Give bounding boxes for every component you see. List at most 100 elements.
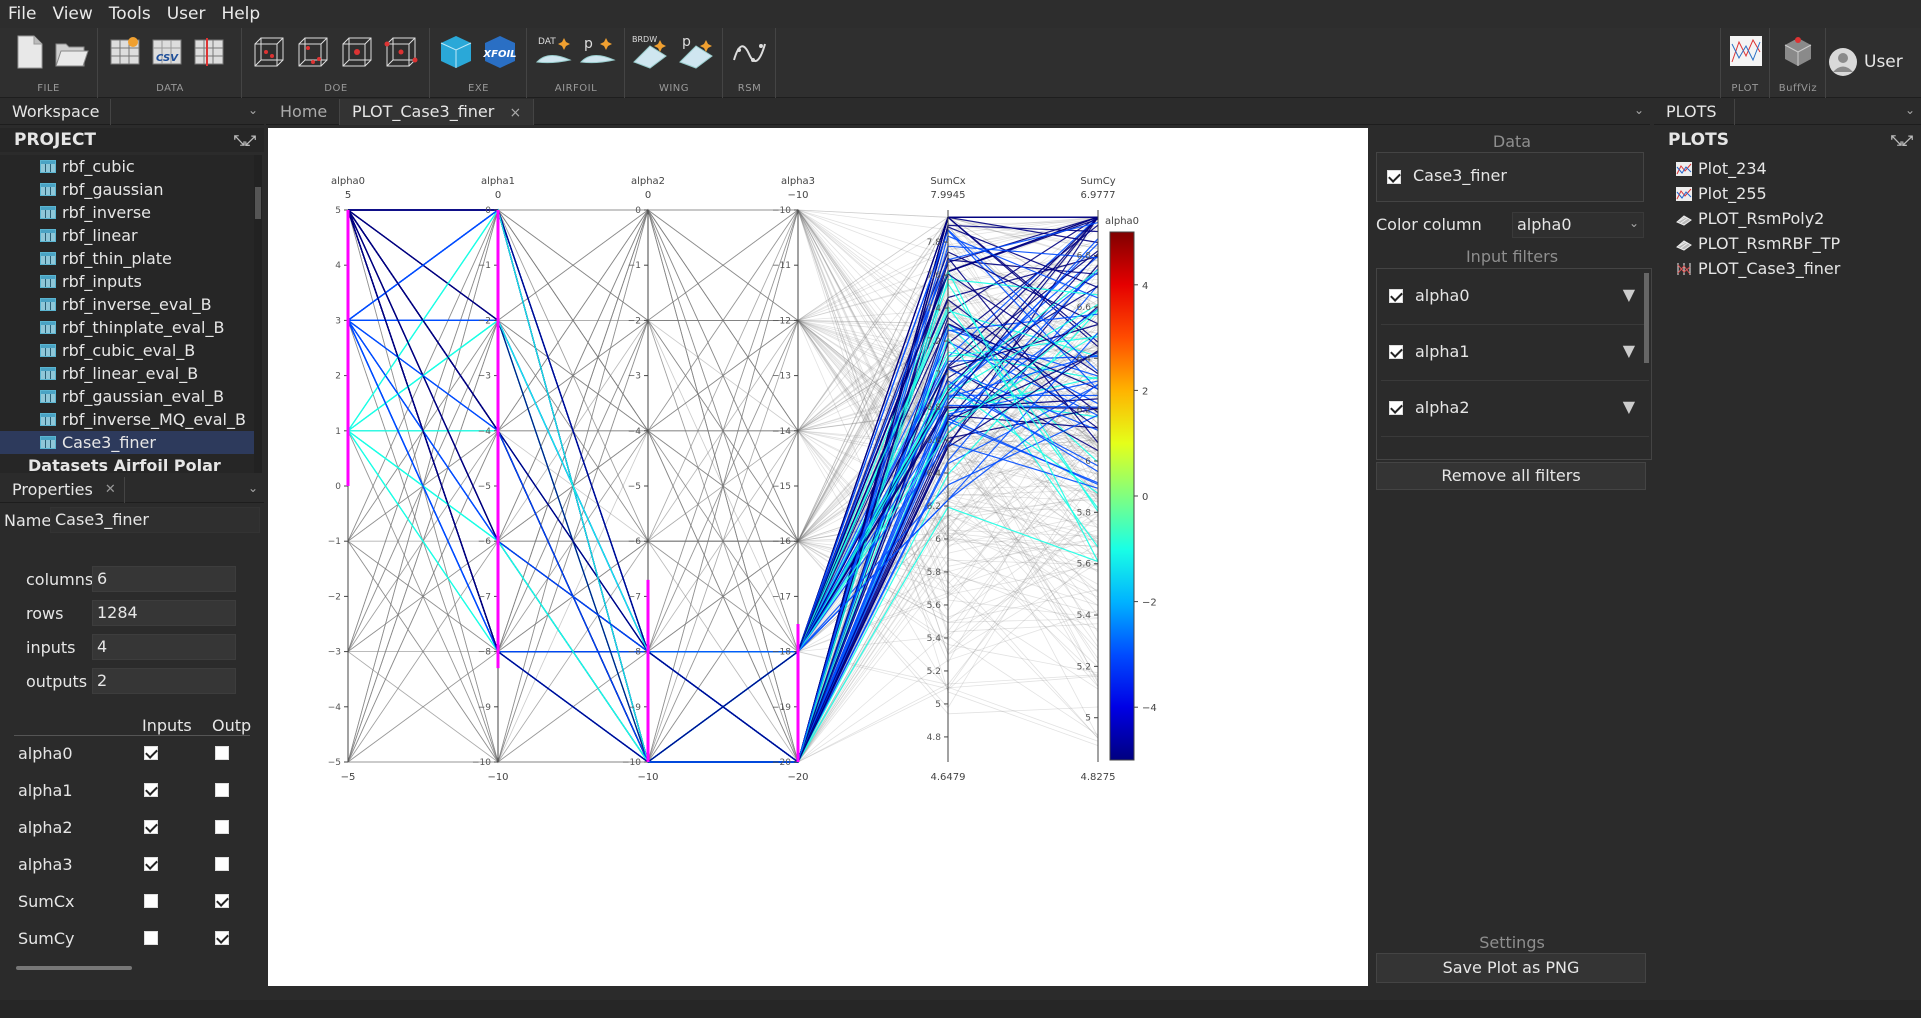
execute-button[interactable] — [437, 32, 475, 72]
tick-label: 5 — [935, 700, 941, 710]
outputs-field[interactable]: 2 — [92, 668, 236, 694]
tree-item-selected[interactable]: Case3_finer — [0, 431, 254, 454]
tick-label: 7.6 — [927, 271, 942, 281]
output-checkbox[interactable] — [215, 857, 229, 871]
filter-funnel-icon[interactable]: ▼ — [1623, 341, 1635, 360]
input-checkbox[interactable] — [144, 746, 158, 760]
save-plot-png-button[interactable]: Save Plot as PNG — [1376, 953, 1646, 983]
open-folder-button[interactable] — [52, 32, 90, 72]
tree-item[interactable]: rbf_cubic_eval_B — [0, 339, 254, 362]
filter-funnel-icon[interactable]: ▼ — [1623, 285, 1635, 304]
tree-item[interactable]: rbf_inputs — [0, 270, 254, 293]
line-plot-icon — [1676, 187, 1692, 201]
tick-label: 1 — [335, 427, 341, 437]
tree-item[interactable]: rbf_gaussian — [0, 178, 254, 201]
rsm-button[interactable] — [731, 32, 769, 72]
plot-list-item[interactable]: Plot_234 — [1672, 157, 1767, 181]
airfoil-parametric-button[interactable]: p — [578, 32, 616, 72]
new-table-button[interactable] — [107, 32, 145, 72]
tick-label: −5 — [478, 482, 491, 492]
filters-scrollbar[interactable] — [1644, 273, 1649, 363]
output-checkbox[interactable] — [215, 820, 229, 834]
user-button[interactable]: User — [1828, 42, 1918, 82]
airfoil-dat-button[interactable]: DAT — [534, 32, 572, 72]
horizontal-scrollbar[interactable] — [16, 966, 132, 970]
filter-checkbox[interactable] — [1389, 289, 1403, 303]
xfoil-button[interactable]: XFOIL — [481, 32, 519, 72]
collapse-expand-icon[interactable]: ⤡⤢ — [1891, 129, 1913, 153]
columns-field[interactable]: 6 — [92, 566, 236, 592]
chevron-down-icon[interactable]: ⌄ — [1634, 103, 1644, 117]
plot-list-item[interactable]: PLOT_RsmPoly2 — [1672, 207, 1824, 231]
input-checkbox[interactable] — [144, 931, 158, 945]
name-field[interactable]: Case3_finer — [50, 507, 260, 533]
filter-checkbox[interactable] — [1389, 345, 1403, 359]
chevron-down-icon[interactable]: ⌄ — [248, 481, 258, 495]
tab-home[interactable]: Home — [268, 99, 341, 125]
tab-plot-case3-finer[interactable]: PLOT_Case3_finer × — [340, 99, 535, 125]
remove-all-filters-button[interactable]: Remove all filters — [1376, 462, 1646, 490]
dataset-checkbox[interactable] — [1387, 170, 1401, 184]
axis-max-label: 0 — [645, 190, 651, 201]
chevron-down-icon[interactable]: ⌄ — [248, 103, 258, 117]
doe-lhs-button[interactable] — [293, 32, 331, 72]
filter-checkbox[interactable] — [1389, 401, 1403, 415]
tree-item[interactable]: rbf_inverse_eval_B — [0, 293, 254, 316]
chevron-down-icon[interactable]: ⌄ — [1905, 103, 1915, 117]
menu-help[interactable]: Help — [213, 4, 268, 24]
new-file-button[interactable] — [10, 32, 48, 72]
wing-brdw-button[interactable]: BRDW — [630, 32, 668, 72]
collapse-expand-icon[interactable]: ⤡⤢ — [234, 129, 256, 153]
filter-funnel-icon[interactable]: ▼ — [1623, 397, 1635, 416]
input-checkbox[interactable] — [144, 857, 158, 871]
tick-label: −8 — [628, 648, 642, 658]
menu-tools[interactable]: Tools — [101, 4, 159, 24]
buffviz-button[interactable] — [1779, 32, 1817, 72]
menu-file[interactable]: File — [0, 4, 44, 24]
doe-full-factorial-button[interactable] — [249, 32, 287, 72]
output-checkbox[interactable] — [215, 783, 229, 797]
toolbar-group-buffviz: BuffViz — [1771, 28, 1826, 98]
plot-button[interactable] — [1727, 32, 1765, 72]
plot-list-item[interactable]: PLOT_RsmRBF_TP — [1672, 232, 1840, 256]
output-checkbox[interactable] — [215, 746, 229, 760]
tree-item[interactable]: rbf_cubic — [0, 155, 254, 178]
doe-random-button[interactable] — [337, 32, 375, 72]
wing-parametric-button[interactable]: p — [676, 32, 714, 72]
close-icon[interactable]: × — [509, 105, 521, 121]
axis-title: SumCx — [930, 176, 965, 187]
scrollbar-thumb[interactable] — [255, 187, 261, 219]
input-checkbox[interactable] — [144, 894, 158, 908]
tick-label: 4.8 — [927, 733, 942, 743]
menu-user[interactable]: User — [159, 4, 214, 24]
tree-item[interactable]: rbf_linear_eval_B — [0, 362, 254, 385]
import-csv-button[interactable]: CSV — [149, 32, 187, 72]
tree-item[interactable]: rbf_thinplate_eval_B — [0, 316, 254, 339]
tree-item[interactable]: rbf_inverse — [0, 201, 254, 224]
input-checkbox[interactable] — [144, 783, 158, 797]
output-checkbox[interactable] — [215, 894, 229, 908]
stat-label: columns — [26, 570, 94, 589]
user-avatar-icon — [1829, 48, 1857, 76]
plot-list-item[interactable]: PLOT_Case3_finer — [1672, 257, 1840, 281]
tree-item[interactable]: rbf_linear — [0, 224, 254, 247]
tick-label: −3 — [478, 372, 491, 382]
plots-dock-header: PLOTS ⌄ — [1654, 99, 1921, 125]
output-checkbox[interactable] — [215, 931, 229, 945]
doe-ccd-button[interactable] — [381, 32, 419, 72]
tree-item[interactable]: rbf_inverse_MQ_eval_B — [0, 408, 254, 431]
close-icon[interactable]: ✕ — [105, 482, 116, 497]
tree-item[interactable]: rbf_thin_plate — [0, 247, 254, 270]
project-scrollbar[interactable] — [254, 155, 262, 473]
color-column-select[interactable]: alpha0 ⌄ — [1512, 212, 1644, 238]
tree-item[interactable]: rbf_gaussian_eval_B — [0, 385, 254, 408]
inputs-field[interactable]: 4 — [92, 634, 236, 660]
plot-list-item[interactable]: Plot_255 — [1672, 182, 1767, 206]
table-filter-button[interactable] — [191, 32, 229, 72]
rows-field[interactable]: 1284 — [92, 600, 236, 626]
input-checkbox[interactable] — [144, 820, 158, 834]
plot-svg[interactable]: alpha05−5543210−1−2−3−4−5alpha10−100−1−2… — [268, 128, 1368, 986]
parallel-coordinates-plot[interactable]: alpha0 5 −5 5 4 3 2 1 0 −1 −2 −3 −4 −5 alpha1 0 −10 0 −1 −2… — [268, 128, 1368, 986]
tree-group[interactable]: Datasets Airfoil Polar — [0, 454, 254, 473]
menu-view[interactable]: View — [44, 4, 100, 24]
